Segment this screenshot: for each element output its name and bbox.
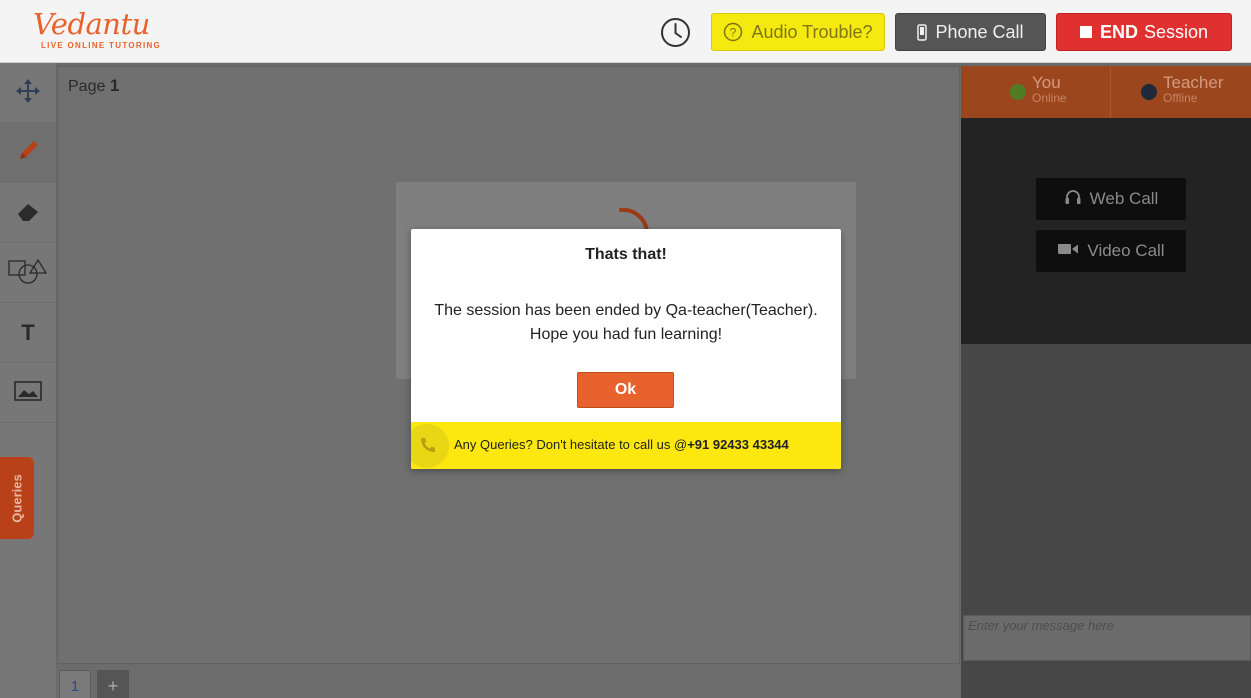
page-prefix: Page <box>68 78 106 95</box>
clock-icon[interactable] <box>660 17 691 48</box>
modal-title: Thats that! <box>585 246 667 263</box>
logo-text: Vedantu <box>33 7 150 41</box>
mobile-phone-icon <box>917 23 928 41</box>
image-icon <box>14 380 42 405</box>
text-tool[interactable]: T <box>0 303 56 363</box>
session-ended-modal: Thats that! The session has been ended b… <box>411 229 841 469</box>
chat-message-input[interactable]: Enter your message here <box>963 615 1251 661</box>
modal-message: The session has been ended by Qa-teacher… <box>411 299 841 347</box>
audio-trouble-button[interactable]: ? Audio Trouble? <box>711 13 885 51</box>
video-call-button[interactable]: Video Call <box>1036 230 1186 272</box>
you-name: You <box>1032 73 1061 92</box>
eraser-icon <box>15 198 41 228</box>
modal-message-line2: Hope you had fun learning! <box>529 326 723 343</box>
text-icon: T <box>21 319 35 345</box>
image-tool[interactable] <box>0 363 56 423</box>
add-page-button[interactable]: + <box>97 670 129 698</box>
presence-teacher: Teacher Offline <box>1141 74 1223 105</box>
shapes-tool[interactable] <box>0 243 56 303</box>
video-camera-icon <box>1057 241 1087 261</box>
web-call-label: Web Call <box>1089 189 1159 208</box>
move-tool[interactable] <box>0 63 56 123</box>
top-header: Vedantu LIVE ONLINE TUTORING ? Audio Tro… <box>0 0 1251 63</box>
stop-icon <box>1079 26 1092 38</box>
phone-call-label: Phone Call <box>935 21 1024 42</box>
move-icon <box>15 78 41 108</box>
modal-message-line1: The session has been ended by Qa-teacher… <box>434 302 818 319</box>
pencil-tool[interactable] <box>0 123 56 183</box>
ok-button[interactable]: Ok <box>577 372 674 408</box>
offline-status-dot <box>1141 84 1157 100</box>
pencil-icon <box>15 138 41 168</box>
logo-tagline: LIVE ONLINE TUTORING <box>41 41 162 50</box>
web-call-button[interactable]: Web Call <box>1036 178 1186 220</box>
page-tab-1[interactable]: 1 <box>59 670 91 698</box>
queries-contact-text: Any Queries? Don't hesitate to call us @… <box>454 437 789 452</box>
online-status-dot <box>1010 84 1026 100</box>
video-area: Web Call Video Call <box>961 118 1251 344</box>
vedantu-logo[interactable]: Vedantu LIVE ONLINE TUTORING <box>33 8 161 50</box>
headset-icon <box>1064 188 1090 211</box>
queries-contact-prefix: Any Queries? Don't hesitate to call us @ <box>454 437 688 452</box>
teacher-name: Teacher <box>1163 73 1224 92</box>
end-session-bold: END <box>1099 21 1138 42</box>
svg-text:?: ? <box>730 26 737 40</box>
right-panel: You Online Teacher Offline Web Call Vide… <box>961 66 1251 698</box>
question-icon: ? <box>723 22 743 42</box>
page-label: Page 1 <box>68 76 119 96</box>
page-number: 1 <box>109 76 120 95</box>
contact-phone-number[interactable]: +91 92433 43344 <box>687 437 789 452</box>
presence-divider <box>1110 66 1111 118</box>
presence-you: You Online <box>1010 74 1067 105</box>
end-session-button[interactable]: END Session <box>1056 13 1232 51</box>
modal-footer: Any Queries? Don't hesitate to call us @… <box>411 422 841 469</box>
teacher-status: Offline <box>1163 91 1198 105</box>
drawing-toolbar: T <box>0 63 56 698</box>
shapes-icon <box>8 257 48 289</box>
audio-trouble-label: Audio Trouble? <box>751 21 873 42</box>
end-session-label: Session <box>1143 21 1209 42</box>
page-tabs-bar: 1 + <box>57 665 960 698</box>
queries-tab[interactable]: Queries <box>0 457 34 539</box>
eraser-tool[interactable] <box>0 183 56 243</box>
phone-icon <box>411 424 449 468</box>
video-call-label: Video Call <box>1087 241 1165 260</box>
queries-label: Queries <box>9 473 25 523</box>
phone-call-button[interactable]: Phone Call <box>895 13 1046 51</box>
you-status: Online <box>1032 91 1067 105</box>
presence-bar: You Online Teacher Offline <box>961 66 1251 118</box>
